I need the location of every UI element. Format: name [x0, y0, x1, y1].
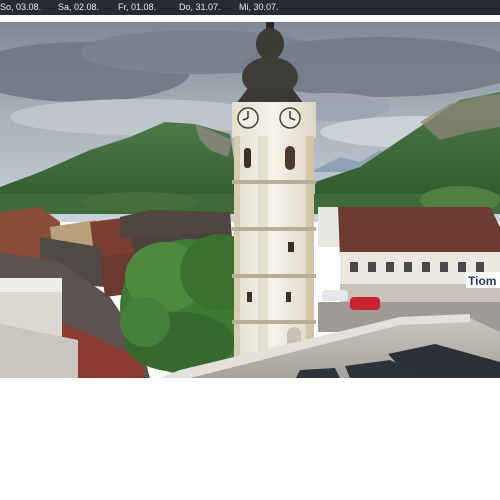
date-tab-5[interactable]: Mi, 30.07. — [239, 2, 279, 13]
webcam-scene: Tiom — [0, 22, 500, 378]
webcam-image[interactable]: Tiom — [0, 22, 500, 378]
date-tab-4[interactable]: Do, 31.07. — [179, 2, 221, 13]
shop-sign: Tiom — [468, 274, 496, 288]
date-selector-bar: So, 03.08. Sa, 02.08. Fr, 01.08. Do, 31.… — [0, 0, 500, 15]
date-tab-1[interactable]: So, 03.08. — [0, 2, 41, 13]
page-blank-area — [0, 378, 500, 500]
date-tab-3[interactable]: Fr, 01.08. — [118, 2, 156, 13]
date-tab-2[interactable]: Sa, 02.08. — [58, 2, 99, 13]
